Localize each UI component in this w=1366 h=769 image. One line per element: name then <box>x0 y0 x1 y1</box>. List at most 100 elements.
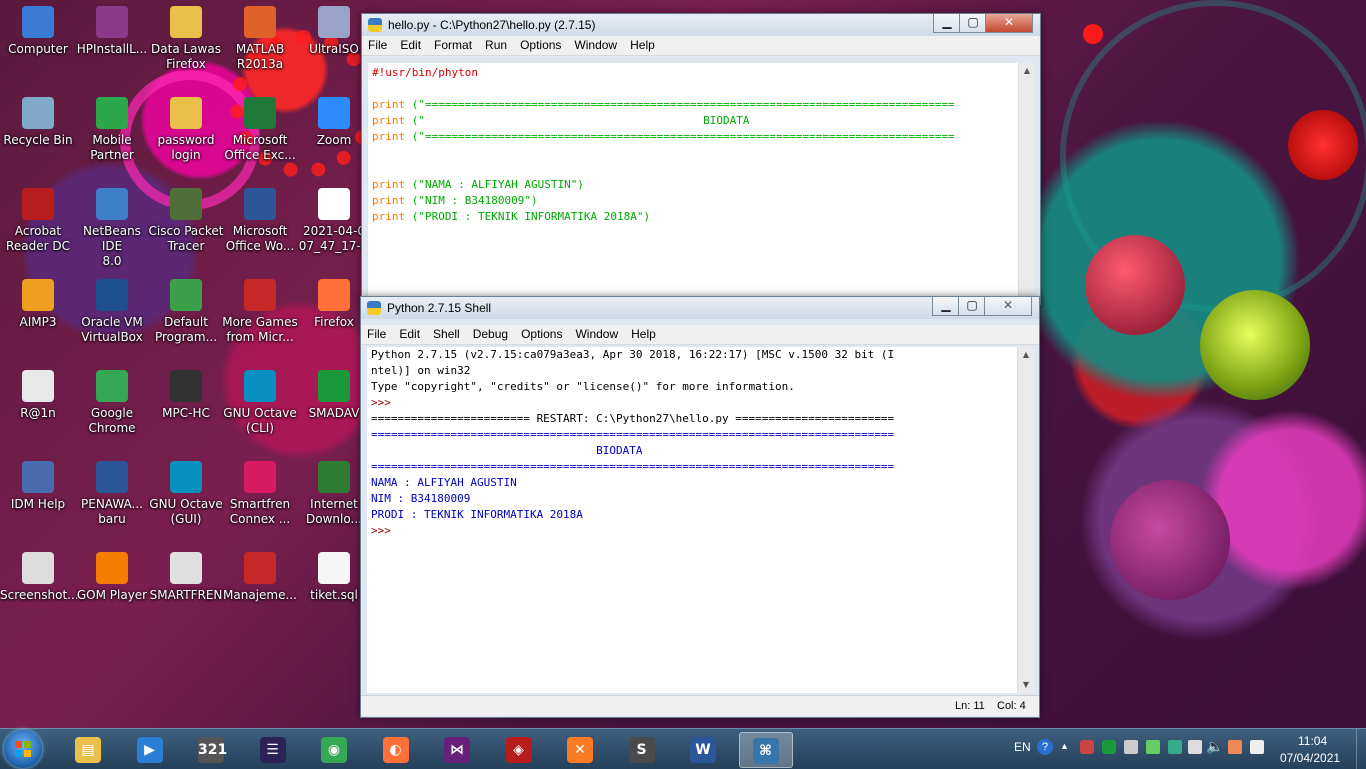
desktop-icon[interactable]: Data Lawas Firefox <box>148 2 224 72</box>
taskbar-app-visual-studio[interactable]: ⋈ <box>431 732 483 766</box>
minimize-button[interactable]: ▁ <box>933 14 961 33</box>
desktop-icon[interactable]: IDM Help <box>0 457 76 512</box>
desktop-icon[interactable]: GNU Octave (CLI) <box>222 366 298 436</box>
language-indicator[interactable]: EN <box>1014 740 1031 754</box>
taskbar-app-python-idle[interactable]: ⌘ <box>738 732 793 768</box>
tray-app-icon[interactable] <box>1168 740 1182 754</box>
desktop-icon[interactable]: Manajeme... <box>222 548 298 603</box>
editor-titlebar[interactable]: hello.py - C:\Python27\hello.py (2.7.15)… <box>362 14 1040 36</box>
virtualbox-icon <box>96 279 128 311</box>
desktop-icon[interactable]: Acrobat Reader DC <box>0 184 76 254</box>
start-button[interactable] <box>4 730 42 768</box>
desktop-icon[interactable]: Microsoft Office Exc... <box>222 93 298 163</box>
taskbar-app-media-player[interactable]: ▶ <box>124 732 176 766</box>
taskbar-app-word[interactable]: W <box>677 732 729 766</box>
menu-item[interactable]: Options <box>521 327 562 341</box>
word-document-icon <box>96 461 128 493</box>
desktop-icon[interactable]: More Games from Micr... <box>222 275 298 345</box>
desktop-icon[interactable]: SMARTFREN <box>148 548 224 603</box>
menu-item[interactable]: Help <box>630 38 655 52</box>
matlab-icon <box>244 6 276 38</box>
menu-item[interactable]: Debug <box>473 327 508 341</box>
desktop-icon[interactable]: NetBeans IDE 8.0 <box>74 184 150 269</box>
taskbar-app-firefox[interactable]: ◐ <box>370 732 422 766</box>
desktop-icon[interactable]: MATLAB R2013a <box>222 2 298 72</box>
close-button[interactable]: ✕ <box>985 14 1033 33</box>
scroll-down-arrow-icon[interactable]: ▼ <box>1018 677 1034 693</box>
menu-item[interactable]: Edit <box>400 38 421 52</box>
desktop-icon[interactable]: Default Program... <box>148 275 224 345</box>
taskbar-app-explorer[interactable]: ▤ <box>62 732 114 766</box>
keyword: print <box>372 98 406 111</box>
maximize-button[interactable]: ▢ <box>958 297 986 316</box>
desktop-icon-label: HPInstallL... <box>76 42 148 56</box>
scroll-up-arrow-icon[interactable]: ▲ <box>1018 347 1034 363</box>
shell-titlebar[interactable]: Python 2.7.15 Shell ▁ ▢ ✕ <box>361 297 1039 319</box>
power-icon[interactable] <box>1250 740 1264 754</box>
desktop-icon[interactable]: Microsoft Office Wo... <box>222 184 298 254</box>
desktop-icon[interactable]: Oracle VM VirtualBox <box>74 275 150 345</box>
desktop-icon[interactable]: Mobile Partner <box>74 93 150 163</box>
menu-item[interactable]: Window <box>574 38 617 52</box>
desktop-icon[interactable]: Google Chrome <box>74 366 150 436</box>
smadav-tray-icon[interactable] <box>1102 740 1116 754</box>
desktop-icon[interactable]: AIMP3 <box>0 275 76 330</box>
tray-expand-icon[interactable]: ▲ <box>1060 741 1069 751</box>
clock-time[interactable]: 11:04 <box>1298 734 1327 748</box>
shell-scrollbar[interactable]: ▲ ▼ <box>1017 347 1034 693</box>
taskbar-app-xampp[interactable]: ✕ <box>554 732 606 766</box>
winrar-archive-icon <box>96 6 128 38</box>
desktop-icon[interactable]: Computer <box>0 2 76 57</box>
desktop-icon[interactable]: PENAWA... baru <box>74 457 150 527</box>
usb-device-icon[interactable] <box>1124 740 1138 754</box>
string: ("======================================… <box>405 130 955 143</box>
octave-icon <box>244 370 276 402</box>
help-icon[interactable]: ? <box>1037 739 1053 755</box>
maximize-button[interactable]: ▢ <box>959 14 987 33</box>
minimize-button[interactable]: ▁ <box>932 297 960 316</box>
desktop-icon[interactable]: Smartfren Connex ... <box>222 457 298 527</box>
volume-icon[interactable]: 🔈 <box>1206 738 1223 755</box>
menu-item[interactable]: Options <box>520 38 561 52</box>
network-icon[interactable] <box>1188 740 1202 754</box>
desktop-icon[interactable]: Screenshot... <box>0 548 79 603</box>
taskbar-app-eclipse[interactable]: ☰ <box>247 732 299 766</box>
editor-scrollbar[interactable]: ▲ <box>1018 63 1035 303</box>
menu-item[interactable]: Shell <box>433 327 460 341</box>
desktop-icon[interactable]: MPC-HC <box>148 366 224 421</box>
shell-window[interactable]: Python 2.7.15 Shell ▁ ▢ ✕ File Edit Shell D… <box>360 296 1040 718</box>
desktop-icon[interactable]: Recycle Bin <box>0 93 76 148</box>
menu-item[interactable]: Window <box>575 327 618 341</box>
menu-item[interactable]: File <box>368 38 387 52</box>
desktop-icon[interactable]: R@1n <box>0 366 76 421</box>
desktop-icon[interactable]: Cisco Packet Tracer <box>148 184 224 254</box>
tray-app-icon[interactable] <box>1080 740 1094 754</box>
menu-item[interactable]: Help <box>631 327 656 341</box>
desktop-icon[interactable]: password login <box>148 93 224 163</box>
folder-icon <box>170 97 202 129</box>
editor-code-area[interactable]: #!usr/bin/phyton print ("===============… <box>368 63 1030 307</box>
menu-item[interactable]: Edit <box>399 327 420 341</box>
taskbar-app-321[interactable]: 321 <box>185 732 237 766</box>
desktop-icon[interactable]: GNU Octave (GUI) <box>148 457 224 527</box>
tray-app-icon[interactable] <box>1228 740 1242 754</box>
taskbar-app-tool-red[interactable]: ◈ <box>493 732 545 766</box>
editor-window[interactable]: hello.py - C:\Python27\hello.py (2.7.15)… <box>361 13 1041 307</box>
security-shield-icon[interactable] <box>1146 740 1160 754</box>
menu-item[interactable]: File <box>367 327 386 341</box>
desktop-icon[interactable]: GOM Player <box>74 548 150 603</box>
taskbar-app-sublime[interactable]: S <box>616 732 668 766</box>
zoom-icon <box>318 97 350 129</box>
scroll-up-arrow-icon[interactable]: ▲ <box>1019 63 1035 79</box>
desktop-icon[interactable]: HPInstallL... <box>74 2 150 57</box>
taskbar-app-chrome[interactable]: ◉ <box>308 732 360 766</box>
desktop-icon-label: Computer <box>8 42 68 56</box>
show-desktop-button[interactable] <box>1356 729 1366 769</box>
desktop-icon-label: More Games from Micr... <box>222 315 298 344</box>
desktop-icon-label: Microsoft Office Exc... <box>224 133 296 162</box>
menu-item[interactable]: Run <box>485 38 507 52</box>
close-button[interactable]: ✕ <box>984 297 1032 316</box>
menu-item[interactable]: Format <box>434 38 472 52</box>
shell-output-area[interactable]: Python 2.7.15 (v2.7.15:ca079a3ea3, Apr 3… <box>367 347 1029 693</box>
clock-date[interactable]: 07/04/2021 <box>1280 751 1340 765</box>
